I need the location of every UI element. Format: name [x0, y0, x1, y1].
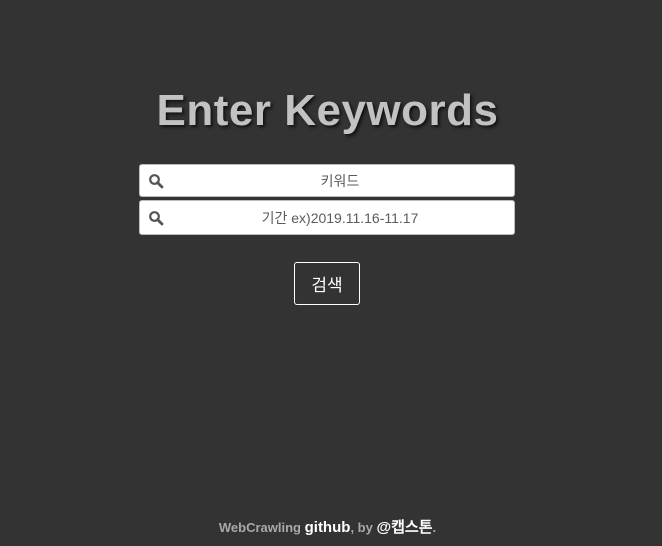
- footer-by-text: , by: [350, 520, 373, 535]
- keyword-field[interactable]: [139, 164, 515, 197]
- page-title: Enter Keywords: [156, 86, 499, 135]
- author-link[interactable]: @캡스톤: [376, 519, 432, 536]
- github-link[interactable]: github: [305, 519, 351, 536]
- search-button[interactable]: 검색: [294, 262, 360, 305]
- footer-project-name: WebCrawling: [218, 520, 301, 535]
- search-icon: [149, 173, 164, 188]
- period-input[interactable]: [170, 201, 510, 234]
- footer-period: .: [432, 520, 437, 535]
- footer: WebCrawling github, by @캡스톤.: [0, 516, 655, 537]
- period-field[interactable]: [139, 200, 515, 235]
- search-icon: [149, 210, 164, 225]
- keyword-input[interactable]: [170, 165, 510, 196]
